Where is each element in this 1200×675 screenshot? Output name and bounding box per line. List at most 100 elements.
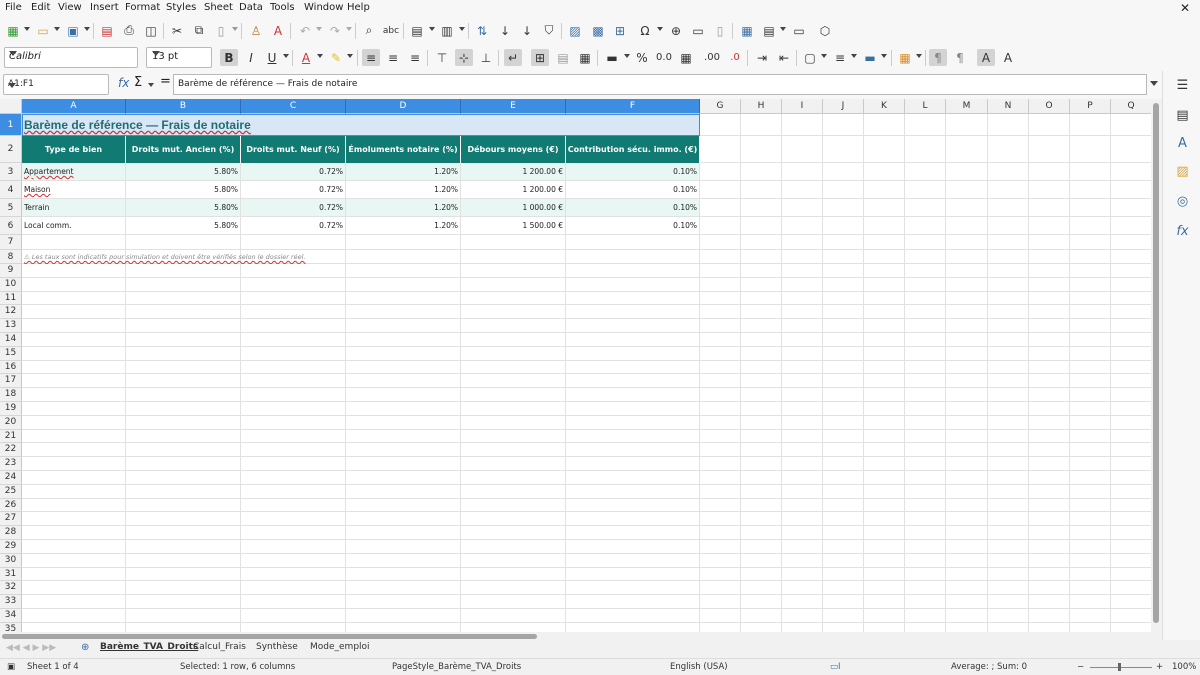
tab-mode-emploi[interactable]: Mode_emploi <box>310 642 370 652</box>
menu-help[interactable]: Help <box>347 2 370 13</box>
row-header[interactable]: 26 <box>0 498 22 513</box>
align-bottom-icon[interactable]: ⊥ <box>477 49 495 66</box>
number-format-icon[interactable]: 0.0 <box>655 49 673 66</box>
special-character-icon[interactable]: Ω <box>636 22 654 39</box>
data-cell[interactable]: 1.20% <box>346 217 461 235</box>
paste-icon[interactable]: ▯ <box>212 22 230 39</box>
row-header[interactable]: 2 <box>0 136 22 163</box>
styles-icon[interactable]: A <box>1174 135 1191 152</box>
add-decimal-place-icon[interactable]: .00 <box>703 49 721 66</box>
title-cell[interactable]: Barème de référence — Frais de notaire <box>22 114 700 136</box>
undo-icon[interactable]: ↶ <box>296 22 314 39</box>
formula-equals-icon[interactable]: = <box>160 74 171 89</box>
column-icon[interactable]: ▥ <box>438 22 456 39</box>
zoom-in-icon[interactable]: + <box>1156 662 1163 672</box>
row-header[interactable]: 13 <box>0 319 22 333</box>
left-to-right-icon[interactable]: ¶ <box>929 49 947 66</box>
currency-format-icon[interactable]: ▬ <box>603 49 621 66</box>
row-header[interactable]: 11 <box>0 291 22 306</box>
header-cell[interactable]: Débours moyens (€) <box>461 136 566 163</box>
font-name-combobox[interactable]: Calibri <box>4 47 138 68</box>
column-header[interactable]: J <box>823 99 864 114</box>
properties-icon[interactable]: ▤ <box>1174 107 1191 124</box>
name-box[interactable]: A1:F1 <box>3 74 109 95</box>
hamburger-menu-icon[interactable]: ☰ <box>1174 77 1191 94</box>
column-header[interactable]: E <box>461 99 566 114</box>
sum-icon[interactable]: Σ <box>134 75 142 90</box>
delete-decimal-place-icon[interactable]: .0 <box>726 49 744 66</box>
data-cell[interactable]: 0.72% <box>241 163 346 181</box>
column-header[interactable]: H <box>741 99 782 114</box>
merge-cells-icon[interactable]: ▤ <box>554 49 572 66</box>
page-style[interactable]: PageStyle_Barème_TVA_Droits <box>392 662 521 672</box>
row-header[interactable]: 3 <box>0 163 22 181</box>
data-cell[interactable]: 0.10% <box>566 199 700 217</box>
formula-input[interactable]: Barème de référence — Frais de notaire <box>173 74 1147 95</box>
spreadsheet-grid[interactable]: ABCDEFGHIJKLMNOPQ 1 2 3 4 5 6 7 8 9 10 11 12 13 14 15 1… <box>0 99 1162 632</box>
row-header[interactable]: 32 <box>0 581 22 596</box>
save-icon[interactable]: ▣ <box>64 22 82 39</box>
column-header[interactable]: P <box>1070 99 1111 114</box>
row-header[interactable]: 9 <box>0 264 22 278</box>
font-size-combobox[interactable]: 13 pt <box>146 47 212 68</box>
comment-icon[interactable]: ▭ <box>689 22 707 39</box>
row-header[interactable]: 1 <box>0 114 22 136</box>
select-all-corner[interactable] <box>0 99 22 114</box>
export-pdf-icon[interactable]: ▤ <box>98 22 116 39</box>
print-preview-icon[interactable]: ◫ <box>142 22 160 39</box>
row-header[interactable]: 28 <box>0 526 22 540</box>
align-center-icon[interactable]: ≡ <box>384 49 402 66</box>
data-cell[interactable]: 5.80% <box>126 163 241 181</box>
freeze-rows-columns-icon[interactable]: ▤ <box>760 22 778 39</box>
header-cell[interactable]: Émoluments notaire (%) <box>346 136 461 163</box>
selection-mode-icon[interactable]: ▭I <box>830 662 841 672</box>
show-draw-functions-icon[interactable]: ⬡ <box>816 22 834 39</box>
column-header[interactable]: O <box>1029 99 1070 114</box>
percent-format-icon[interactable]: % <box>633 49 651 66</box>
column-header[interactable]: G <box>700 99 741 114</box>
clear-formatting-icon[interactable]: A <box>269 22 287 39</box>
new-document-icon[interactable]: ▦ <box>4 22 22 39</box>
row-header[interactable]: 34 <box>0 609 22 623</box>
document-modified-icon[interactable]: ▣ <box>7 662 15 672</box>
zoom-slider[interactable] <box>1090 667 1152 668</box>
data-cell[interactable]: 0.72% <box>241 199 346 217</box>
borders-icon[interactable]: ▢ <box>801 49 819 66</box>
row-header[interactable]: 17 <box>0 374 22 389</box>
zoom-level[interactable]: 100% <box>1172 662 1196 672</box>
column-header[interactable]: M <box>946 99 988 114</box>
functions-icon[interactable]: fx <box>1174 223 1191 240</box>
row-header[interactable]: 12 <box>0 305 22 320</box>
data-cell[interactable]: Local comm. <box>22 217 126 235</box>
menu-window[interactable]: Window <box>304 2 343 13</box>
row-header[interactable]: 29 <box>0 540 22 554</box>
column-header[interactable]: I <box>782 99 823 114</box>
header-cell[interactable]: Droits mut. Ancien (%) <box>126 136 241 163</box>
row-header[interactable]: 5 <box>0 199 22 217</box>
horizontal-scrollbar[interactable] <box>0 632 1162 640</box>
language[interactable]: English (USA) <box>670 662 728 672</box>
column-header[interactable]: D <box>346 99 461 114</box>
define-print-area-icon[interactable]: ▦ <box>738 22 756 39</box>
menu-sheet[interactable]: Sheet <box>204 2 233 13</box>
decrease-indent-icon[interactable]: ⇤ <box>775 49 793 66</box>
cut-icon[interactable]: ✂ <box>168 22 186 39</box>
row-header[interactable]: 14 <box>0 333 22 347</box>
data-cell[interactable]: 0.10% <box>566 181 700 199</box>
data-cell[interactable]: 0.72% <box>241 181 346 199</box>
data-cell[interactable]: Terrain <box>22 199 126 217</box>
redo-icon[interactable]: ↷ <box>326 22 344 39</box>
menu-tools[interactable]: Tools <box>270 2 295 13</box>
font-color-icon[interactable]: A <box>297 49 315 66</box>
wrap-text-icon[interactable]: ↵ <box>504 49 522 66</box>
sort-icon[interactable]: ⇅ <box>473 22 491 39</box>
column-header[interactable]: B <box>126 99 241 114</box>
text-orientation-icon[interactable]: A <box>977 49 995 66</box>
header-cell[interactable]: Droits mut. Neuf (%) <box>241 136 346 163</box>
merge-center-icon[interactable]: ⊞ <box>531 49 549 66</box>
zoom-out-icon[interactable]: − <box>1077 662 1084 672</box>
row-header[interactable]: 25 <box>0 484 22 499</box>
data-cell[interactable]: Maison <box>22 181 126 199</box>
menu-view[interactable]: View <box>58 2 82 13</box>
hyperlink-icon[interactable]: ⊕ <box>667 22 685 39</box>
